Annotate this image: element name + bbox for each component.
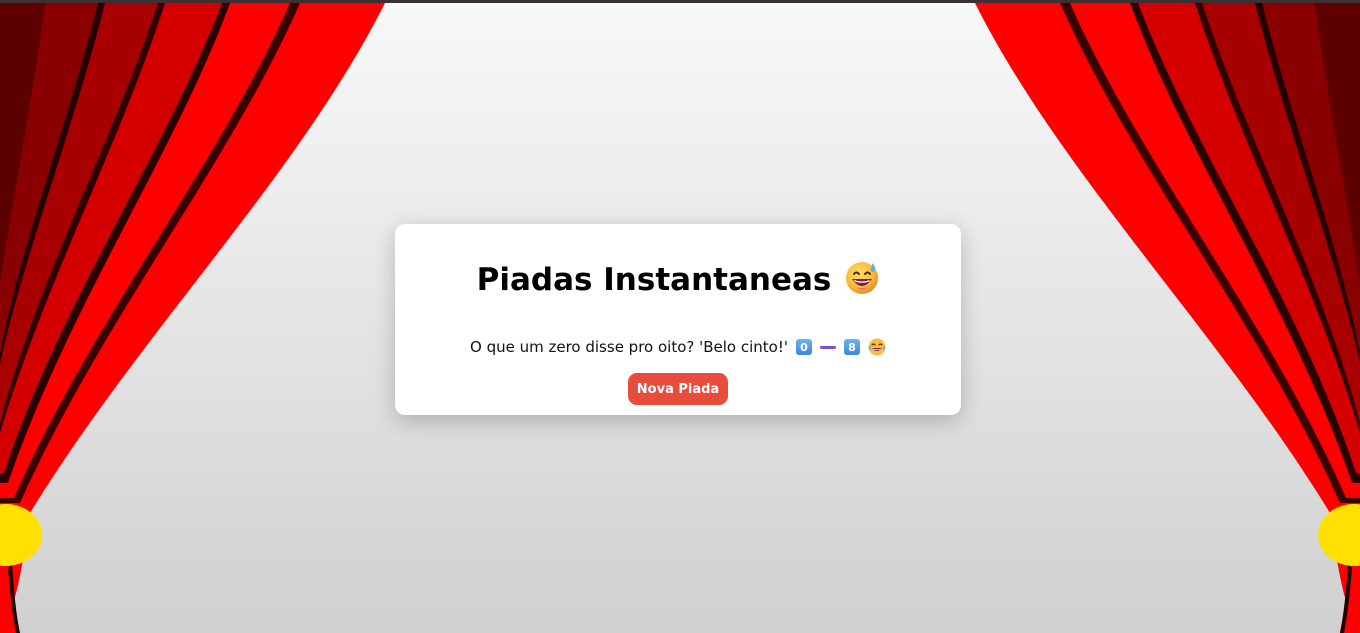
- tears-of-joy-emoji-icon: [868, 338, 886, 356]
- dash-icon: [820, 345, 836, 349]
- title-row: Piadas Instantaneas: [395, 260, 961, 300]
- keycap-eight-icon: 8: [844, 339, 860, 355]
- right-curtain: [960, 3, 1360, 633]
- sweat-smile-emoji-icon: [845, 261, 879, 299]
- page-title: Piadas Instantaneas: [476, 262, 832, 298]
- left-curtain: [0, 3, 400, 633]
- left-curtain-tieback: [0, 504, 42, 566]
- new-joke-button[interactable]: Nova Piada: [628, 373, 728, 405]
- joke-row: O que um zero disse pro oito? 'Belo cint…: [395, 336, 961, 358]
- right-curtain-tieback: [1318, 504, 1360, 566]
- joke-text: O que um zero disse pro oito? 'Belo cint…: [470, 338, 788, 356]
- joke-card: Piadas Instantaneas O que um zero disse …: [395, 224, 961, 415]
- keycap-zero-icon: 0: [796, 339, 812, 355]
